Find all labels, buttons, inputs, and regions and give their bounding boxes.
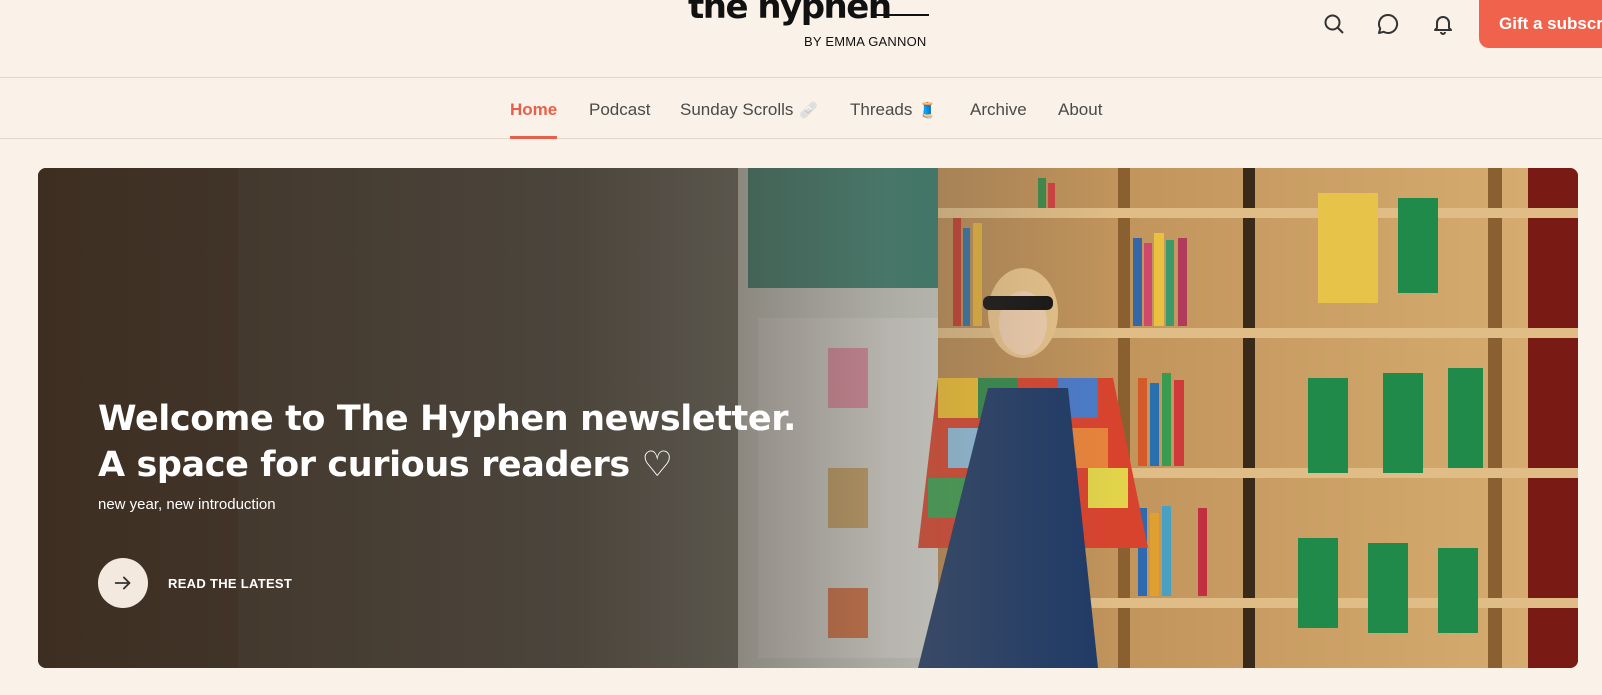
nav-podcast[interactable]: Podcast (589, 100, 650, 139)
nav-home[interactable]: Home (510, 100, 558, 139)
nav-sunday-scrolls-label: Sunday Scrolls (680, 100, 794, 119)
nav-threads[interactable]: Threads 🧵 (850, 100, 937, 139)
nav-about[interactable]: About (1058, 100, 1102, 139)
bell-icon[interactable] (1429, 10, 1457, 38)
nav-threads-label: Threads (850, 100, 913, 119)
hero-title[interactable]: Welcome to The Hyphen newsletter. A spac… (98, 396, 818, 488)
search-icon[interactable] (1320, 10, 1348, 38)
logo-subtitle: BY EMMA GANNON (804, 34, 927, 49)
site-header: the hyphen BY EMMA GANNON Gift a subscri… (0, 0, 1602, 78)
logo-dash (875, 14, 929, 16)
read-latest-button[interactable]: READ THE LATEST (98, 558, 292, 608)
nav-home-label: Home (510, 100, 558, 119)
nav-sunday-scrolls[interactable]: Sunday Scrolls 🩹 (680, 100, 818, 139)
gift-subscription-button[interactable]: Gift a subscription (1479, 0, 1602, 48)
read-latest-label: READ THE LATEST (168, 575, 293, 591)
nav-about-label: About (1058, 100, 1103, 119)
hero-title-line-1: Welcome to The Hyphen newsletter. (98, 399, 796, 439)
bandage-icon: 🩹 (799, 102, 819, 119)
main-nav: Home Podcast Sunday Scrolls 🩹 Threads 🧵 Ar… (0, 78, 1602, 139)
arrow-right-icon[interactable] (98, 558, 148, 608)
chat-bubble-icon[interactable] (1374, 10, 1402, 38)
nav-archive[interactable]: Archive (970, 100, 1027, 139)
site-logo[interactable]: the hyphen BY EMMA GANNON (688, 0, 938, 50)
nav-podcast-label: Podcast (589, 100, 651, 119)
hero-title-line-2: A space for curious readers ♡ (98, 445, 673, 485)
hero-banner[interactable]: Welcome to The Hyphen newsletter. A spac… (38, 168, 1578, 668)
logo-title: the hyphen (688, 0, 892, 27)
nav-archive-label: Archive (970, 100, 1027, 119)
thread-spool-icon: 🧵 (918, 102, 938, 119)
hero-subtitle: new year, new introduction (98, 496, 276, 513)
